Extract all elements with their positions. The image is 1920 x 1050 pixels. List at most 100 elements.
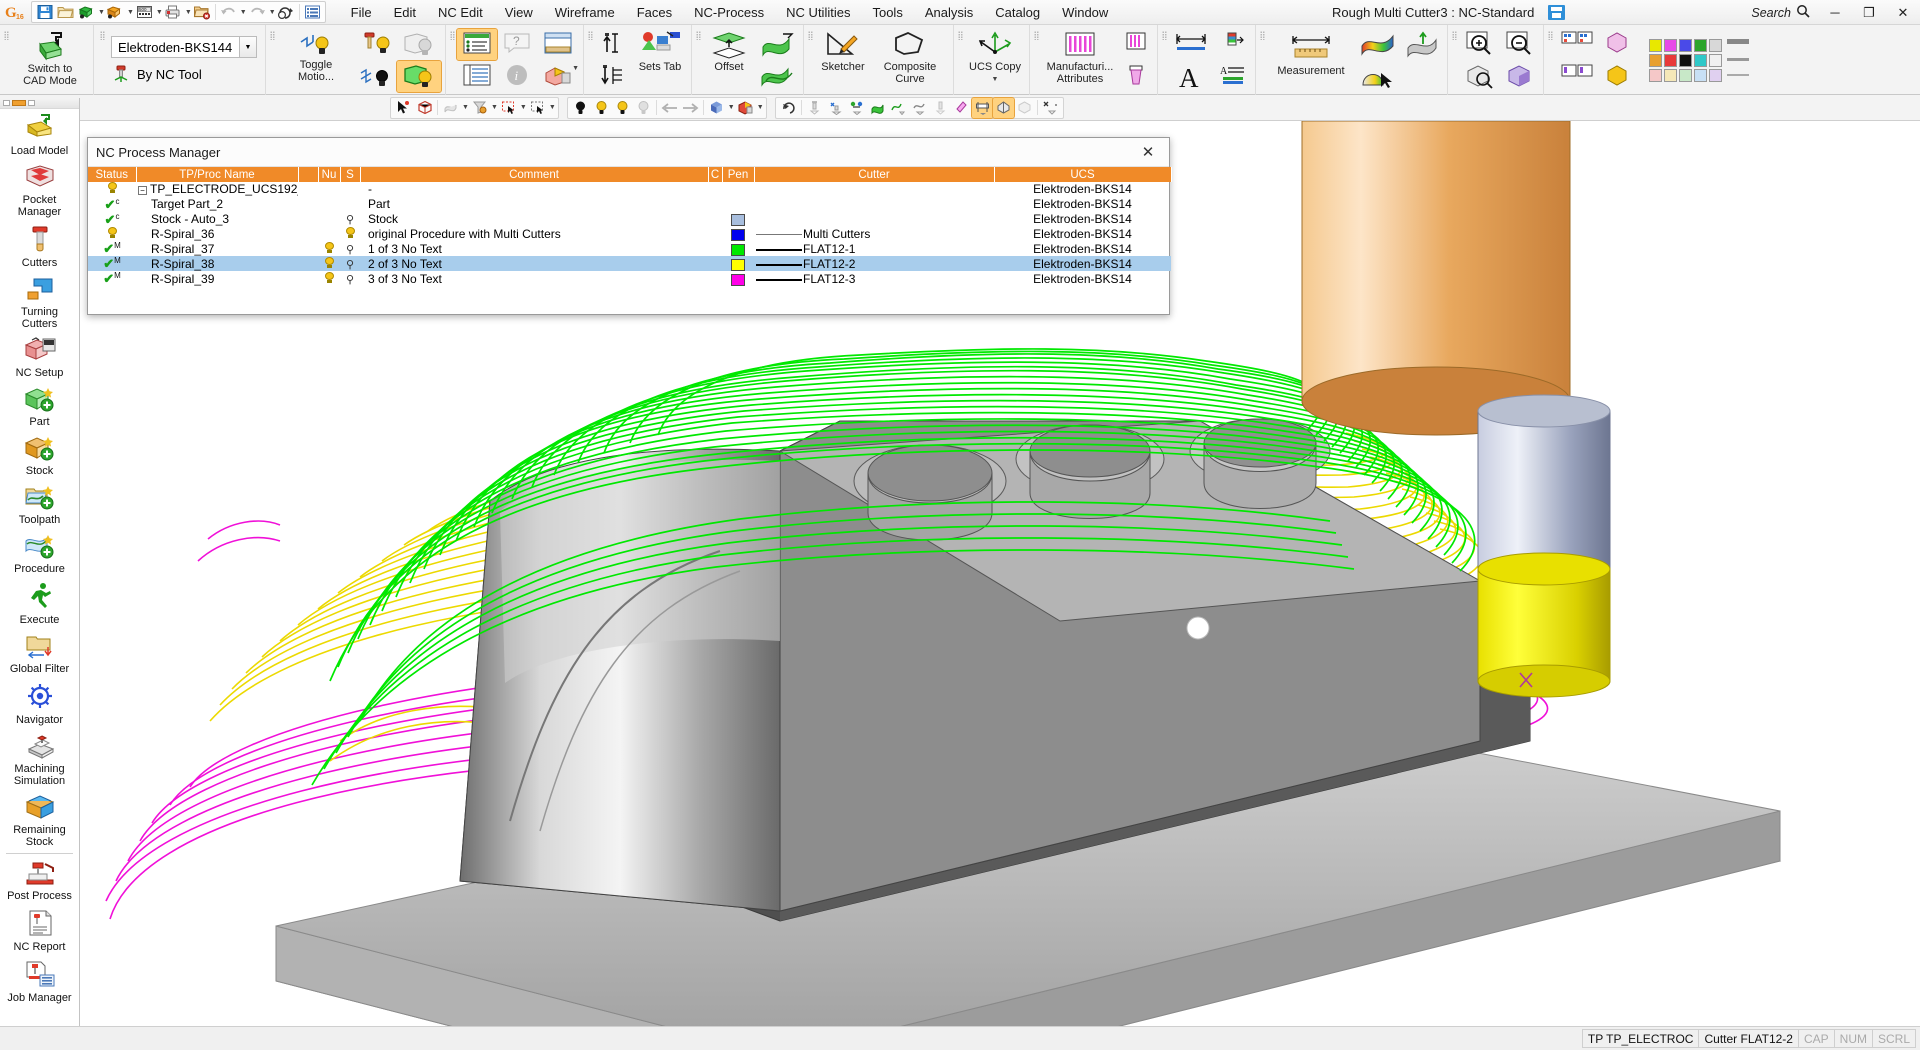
status-cell-tp[interactable]: TP TP_ELECTROC (1582, 1029, 1700, 1048)
new-folder-icon[interactable] (192, 2, 213, 22)
menu-item-analysis[interactable]: Analysis (914, 2, 984, 23)
pick-solid-icon[interactable] (414, 98, 435, 118)
extend-surface-button[interactable] (755, 29, 799, 60)
column-header-blank[interactable] (298, 167, 318, 182)
ucs-dropdown-caret-icon[interactable]: ▼ (239, 36, 257, 58)
ucs-selector-value[interactable]: Elektroden-BKS144 (111, 36, 239, 58)
bulb-on-icon[interactable] (591, 98, 612, 118)
swatch-orange[interactable] (1649, 54, 1662, 67)
redo-dropdown-caret-icon[interactable]: ▼ (269, 9, 276, 16)
menu-item-nc-process[interactable]: NC-Process (683, 2, 775, 23)
sidebar-item-remaining-stock[interactable]: Remaining Stock (0, 790, 79, 851)
export-green-icon[interactable] (76, 2, 97, 22)
sidebar-item-part[interactable]: Part (0, 382, 79, 431)
layer-visible-button[interactable] (1599, 28, 1635, 60)
pick-window-icon[interactable] (498, 98, 519, 118)
swatch-lightgreen[interactable] (1679, 69, 1692, 82)
ucs-copy-caret-icon[interactable]: ▼ (992, 76, 999, 83)
sidebar-dock-handle[interactable] (3, 100, 10, 106)
menu-item-view[interactable]: View (494, 2, 544, 23)
tree-collapse-icon[interactable]: − (138, 186, 147, 195)
stock-update-caret-icon[interactable]: ▼ (572, 65, 579, 72)
cell-nu[interactable] (318, 241, 340, 256)
shade-button[interactable] (1499, 61, 1539, 93)
zoom-window-button[interactable] (1459, 61, 1499, 93)
import-orange-icon[interactable] (105, 2, 126, 22)
sidebar-item-machining-simulation[interactable]: Machining Simulation (0, 729, 79, 790)
trim-surface-button[interactable] (755, 61, 799, 92)
pink-cutter-icon[interactable] (951, 98, 972, 118)
sidebar-item-execute[interactable]: Execute (0, 578, 79, 629)
column-header-ucs[interactable]: UCS (994, 167, 1171, 182)
gouge-icon[interactable] (909, 98, 930, 118)
swatch-white[interactable] (1709, 54, 1722, 67)
cell-status[interactable]: ✔c (88, 212, 136, 227)
zoom-out-button[interactable] (1499, 28, 1539, 60)
column-header-c[interactable]: C (708, 167, 722, 182)
dimension-button[interactable] (1169, 28, 1215, 60)
pick-face-icon[interactable] (440, 98, 461, 118)
pick-filter-icon[interactable] (469, 98, 490, 118)
dnc-dropdown-caret-icon[interactable]: ▼ (156, 9, 163, 16)
column-header-status[interactable]: Status (88, 167, 136, 182)
sidebar-close-handle[interactable] (28, 100, 35, 106)
toggle-multi-motion-button[interactable] (355, 61, 397, 92)
process-manager-button[interactable] (457, 29, 497, 60)
table-row[interactable]: ✔M R-Spiral_38 ⚲ 2 of 3 No Text (88, 256, 1171, 271)
blank-button[interactable] (1119, 61, 1153, 92)
height-down-button[interactable] (595, 61, 633, 92)
note-button[interactable]: A (1215, 61, 1251, 93)
swatch-green[interactable] (1694, 39, 1707, 52)
pick-window-caret-icon[interactable]: ▼ (520, 104, 527, 111)
highlight1-icon[interactable] (972, 98, 993, 118)
column-header-pen[interactable]: Pen (722, 167, 754, 182)
cell-name[interactable]: −TP_ELECTRODE_UCS192_0 ( (136, 182, 298, 197)
sets-tab-button[interactable]: Sets Tab (633, 27, 687, 93)
bulb-off-icon[interactable] (570, 98, 591, 118)
stock-update-button[interactable]: ▼ (537, 61, 579, 92)
arrow-right-icon[interactable] (680, 98, 701, 118)
table-row[interactable]: ✔c Stock - Auto_3 ⚲ Stock (88, 212, 1171, 227)
sidebar-item-navigator[interactable]: Navigator (0, 678, 79, 729)
cube-view-caret-icon[interactable]: ▼ (728, 104, 735, 111)
status-cell-cutter[interactable]: Cutter FLAT12-2 (1698, 1029, 1798, 1048)
cell-name[interactable]: R-Spiral_38 (136, 256, 298, 271)
swatch-lightblue[interactable] (1694, 69, 1707, 82)
cell-status[interactable]: ✔c (88, 197, 136, 212)
cutter1-icon[interactable] (804, 98, 825, 118)
refresh-icon[interactable] (276, 2, 297, 22)
cutter3-icon[interactable] (930, 98, 951, 118)
import-dropdown-caret-icon[interactable]: ▼ (127, 9, 134, 16)
cell-s[interactable]: ⚲ (340, 212, 360, 227)
menu-item-nc-edit[interactable]: NC Edit (427, 2, 494, 23)
dialog-title-bar[interactable]: NC Process Manager ✕ (88, 138, 1169, 167)
switch-to-cad-mode-button[interactable]: Switch to CAD Mode (11, 27, 89, 93)
menu-item-window[interactable]: Window (1051, 2, 1119, 23)
pick-rect-icon[interactable] (527, 98, 548, 118)
cell-s[interactable]: ⚲ (340, 271, 360, 286)
bulb-on2-icon[interactable] (612, 98, 633, 118)
sidebar-item-global-filter[interactable]: Global Filter (0, 629, 79, 678)
search-box[interactable]: Search (1751, 4, 1810, 21)
cell-nu[interactable] (318, 256, 340, 271)
column-header-s[interactable]: S (340, 167, 360, 182)
pick-rect-caret-icon[interactable]: ▼ (549, 104, 556, 111)
redo-icon[interactable] (247, 2, 268, 22)
manufacturing-attributes-button[interactable]: Manufacturi... Attributes (1041, 27, 1119, 93)
rotate-icon[interactable] (778, 98, 799, 118)
sidebar-item-procedure[interactable]: Procedure (0, 529, 79, 578)
sidebar-item-nc-report[interactable]: NC Report (0, 905, 79, 956)
window-layout-button[interactable] (537, 29, 579, 60)
menu-item-tools[interactable]: Tools (861, 2, 913, 23)
swatch-black[interactable] (1679, 54, 1692, 67)
pick-arrow-icon[interactable] (393, 98, 414, 118)
spreadsheet-button[interactable] (457, 61, 497, 92)
zoom-in-button[interactable] (1459, 28, 1499, 60)
sidebar-item-turning-cutters[interactable]: Turning Cutters (0, 272, 79, 333)
offset-button[interactable]: Offset (703, 27, 755, 93)
electrode-button[interactable] (1119, 29, 1153, 60)
surface-pick-button[interactable] (1355, 61, 1401, 93)
toggle-motion-button[interactable]: Toggle Motio... (277, 27, 355, 93)
menu-item-file[interactable]: File (340, 2, 383, 23)
info-button[interactable]: i (497, 61, 537, 92)
